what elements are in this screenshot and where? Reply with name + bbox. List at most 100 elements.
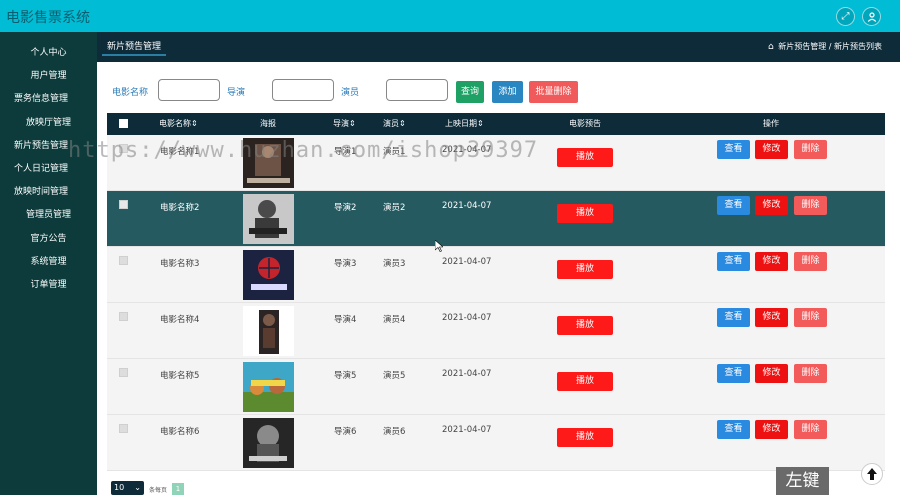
column-header-name[interactable]: 电影名称⇕ — [159, 113, 198, 135]
sidebar-item-personal-center[interactable]: 个人中心 — [0, 43, 97, 63]
cell-actor: 演员4 — [383, 315, 406, 325]
director-label: 导演 — [227, 88, 246, 98]
actor-input[interactable] — [386, 79, 448, 101]
edit-button[interactable]: 修改 — [755, 140, 788, 159]
play-trailer-button[interactable]: 播放 — [557, 204, 613, 223]
view-button[interactable]: 查看 — [717, 364, 750, 383]
play-trailer-button[interactable]: 播放 — [557, 428, 613, 447]
column-header-actor[interactable]: 演员⇕ — [383, 113, 406, 135]
sidebar-item-ticket-management[interactable]: 票务信息管理 — [0, 89, 97, 109]
cell-release-date: 2021-04-07 — [442, 145, 492, 155]
cell-director: 导演4 — [334, 315, 357, 325]
app-title: 电影售票系统 — [6, 10, 90, 26]
table-row[interactable]: 电影名称6 导演6 演员6 2021-04-07 播放 查看 修改 删除 — [107, 415, 885, 471]
column-header-date[interactable]: 上映日期⇕ — [445, 113, 484, 135]
row-checkbox[interactable] — [119, 368, 128, 377]
delete-button[interactable]: 删除 — [794, 252, 827, 271]
cell-director: 导演3 — [334, 259, 357, 269]
cell-movie-name: 电影名称2 — [160, 203, 200, 213]
sidebar-item-admin-management[interactable]: 管理员管理 — [0, 205, 97, 225]
content-header-bar: 新片预告管理 ⌂ 新片预告管理 / 新片预告列表 — [97, 32, 900, 62]
table-row[interactable]: 电影名称4 导演4 演员4 2021-04-07 播放 查看 修改 删除 — [107, 303, 885, 359]
cell-release-date: 2021-04-07 — [442, 313, 492, 323]
cell-release-date: 2021-04-07 — [442, 369, 492, 379]
arrow-up-icon[interactable] — [861, 463, 883, 485]
row-checkbox[interactable] — [119, 256, 128, 265]
cell-movie-name: 电影名称1 — [160, 147, 200, 157]
table-row[interactable]: 电影名称1 导演1 演员1 2021-04-07 播放 查看 修改 删除 — [107, 135, 885, 191]
breadcrumb-level1[interactable]: 新片预告管理 — [778, 42, 826, 51]
add-button[interactable]: 添加 — [492, 81, 523, 103]
cell-actor: 演员6 — [383, 427, 406, 437]
sidebar-item-showtime-management[interactable]: 放映时间管理 — [0, 182, 97, 202]
table-row[interactable]: 电影名称5 导演5 演员5 2021-04-07 播放 查看 修改 删除 — [107, 359, 885, 415]
home-icon[interactable]: ⌂ — [768, 42, 774, 52]
column-header-director[interactable]: 导演⇕ — [333, 113, 356, 135]
column-header-ops: 操作 — [763, 119, 779, 128]
director-input[interactable] — [272, 79, 334, 101]
cell-actor: 演员5 — [383, 371, 406, 381]
play-trailer-button[interactable]: 播放 — [557, 316, 613, 335]
page-number-button[interactable]: 1 — [172, 483, 184, 495]
cell-actor: 演员3 — [383, 259, 406, 269]
tab-trailer-management[interactable]: 新片预告管理 — [102, 38, 167, 56]
movie-poster-image — [243, 250, 294, 300]
play-trailer-button[interactable]: 播放 — [557, 148, 613, 167]
delete-button[interactable]: 删除 — [794, 420, 827, 439]
breadcrumb: ⌂ 新片预告管理 / 新片预告列表 — [768, 41, 882, 52]
row-checkbox[interactable] — [119, 200, 128, 209]
cell-release-date: 2021-04-07 — [442, 201, 492, 211]
table-row[interactable]: 电影名称3 导演3 演员3 2021-04-07 播放 查看 修改 删除 — [107, 247, 885, 303]
view-button[interactable]: 查看 — [717, 252, 750, 271]
page-size-select[interactable]: 10 ⌄ — [111, 481, 144, 495]
cell-movie-name: 电影名称3 — [160, 259, 200, 269]
table-row[interactable]: 电影名称2 导演2 演员2 2021-04-07 播放 查看 修改 删除 — [107, 191, 885, 247]
movie-poster-image — [243, 138, 294, 188]
breadcrumb-level2: 新片预告列表 — [834, 42, 882, 51]
movie-name-input[interactable] — [158, 79, 220, 101]
play-trailer-button[interactable]: 播放 — [557, 372, 613, 391]
per-page-label: 条每页 — [149, 487, 168, 494]
movie-poster-image — [243, 362, 294, 412]
column-header-poster: 海报 — [260, 119, 276, 128]
play-trailer-button[interactable]: 播放 — [557, 260, 613, 279]
delete-button[interactable]: 删除 — [794, 364, 827, 383]
sidebar-item-trailer-management[interactable]: 新片预告管理 — [0, 136, 97, 156]
view-button[interactable]: 查看 — [717, 196, 750, 215]
view-button[interactable]: 查看 — [717, 420, 750, 439]
sidebar-item-order-management[interactable]: 订单管理 — [0, 275, 97, 295]
top-header: 电影售票系统 ⤢ — [0, 0, 900, 32]
cell-director: 导演5 — [334, 371, 357, 381]
row-checkbox[interactable] — [119, 424, 128, 433]
delete-button[interactable]: 删除 — [794, 196, 827, 215]
mouse-cursor-icon — [434, 239, 444, 255]
cell-release-date: 2021-04-07 — [442, 257, 492, 267]
view-button[interactable]: 查看 — [717, 140, 750, 159]
query-button[interactable]: 查询 — [456, 81, 484, 103]
edit-button[interactable]: 修改 — [755, 420, 788, 439]
movie-poster-image — [243, 306, 294, 356]
row-checkbox[interactable] — [119, 312, 128, 321]
expand-arrows-icon[interactable]: ⤢ — [836, 7, 855, 26]
cell-movie-name: 电影名称4 — [160, 315, 200, 325]
edit-button[interactable]: 修改 — [755, 364, 788, 383]
movie-name-label: 电影名称 — [112, 88, 149, 98]
row-checkbox[interactable] — [119, 144, 128, 153]
sidebar-item-hall-management[interactable]: 放映厅管理 — [0, 113, 97, 133]
select-all-checkbox[interactable] — [119, 119, 128, 128]
view-button[interactable]: 查看 — [717, 308, 750, 327]
edit-button[interactable]: 修改 — [755, 196, 788, 215]
batch-delete-button[interactable]: 批量删除 — [529, 81, 578, 103]
column-header-preview: 电影预告 — [569, 119, 601, 128]
cell-actor: 演员2 — [383, 203, 406, 213]
sidebar-item-announcements[interactable]: 官方公告 — [0, 229, 97, 249]
sidebar-item-system-management[interactable]: 系统管理 — [0, 252, 97, 272]
delete-button[interactable]: 删除 — [794, 140, 827, 159]
sidebar-item-user-management[interactable]: 用户管理 — [0, 66, 97, 86]
sidebar-item-diary-management[interactable]: 个人日记管理 — [0, 159, 97, 179]
edit-button[interactable]: 修改 — [755, 252, 788, 271]
cell-director: 导演2 — [334, 203, 357, 213]
delete-button[interactable]: 删除 — [794, 308, 827, 327]
edit-button[interactable]: 修改 — [755, 308, 788, 327]
user-icon[interactable] — [862, 7, 881, 26]
